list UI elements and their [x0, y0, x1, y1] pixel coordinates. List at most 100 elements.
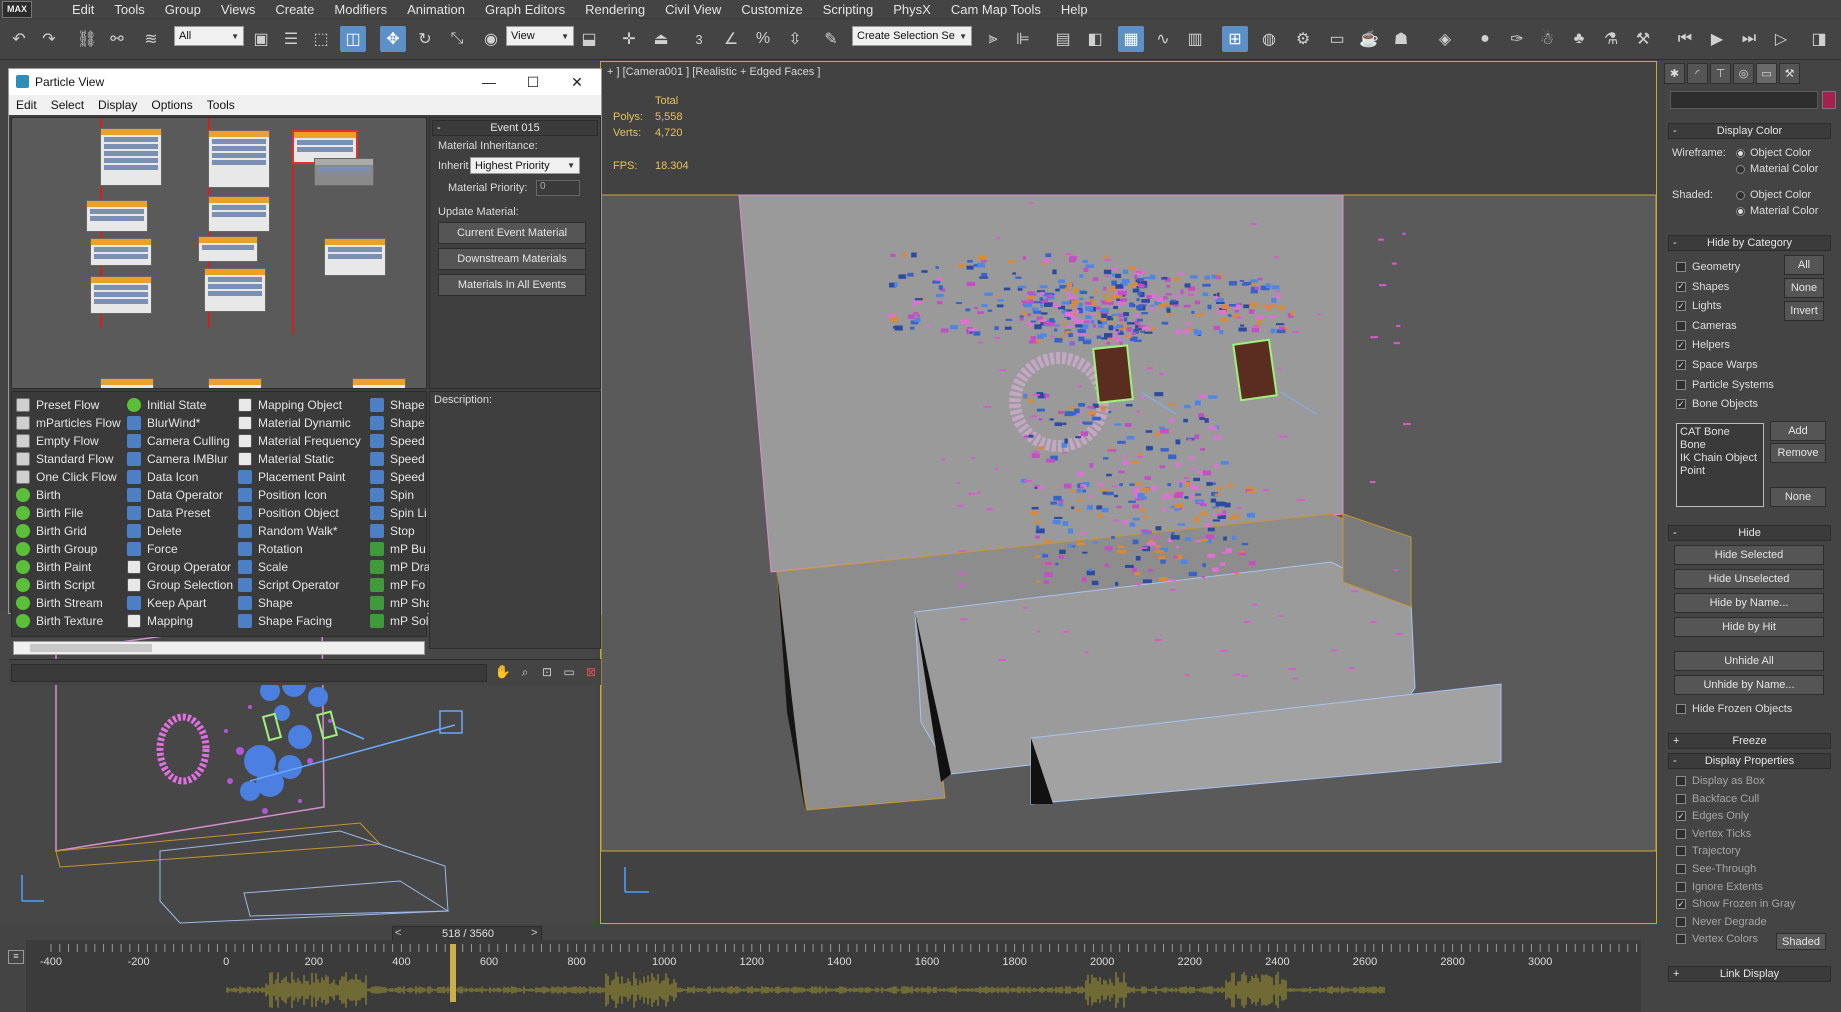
- prop-see-through-checkbox[interactable]: See-Through: [1676, 863, 1756, 875]
- display-properties-rollout[interactable]: - Display Properties: [1668, 753, 1831, 769]
- menu-views[interactable]: Views: [211, 2, 265, 17]
- cloth-icon[interactable]: ♣: [1566, 26, 1592, 52]
- depot-item[interactable]: Shape: [370, 414, 432, 432]
- depot-item[interactable]: Mapping Object: [238, 396, 361, 414]
- graph-node[interactable]: [208, 196, 270, 232]
- depot-item[interactable]: Force: [127, 540, 233, 558]
- category-invert-button[interactable]: Invert: [1784, 301, 1824, 321]
- particle-view-titlebar[interactable]: Particle View — ☐ ✕: [9, 69, 601, 95]
- wireframe-material-color-radio[interactable]: Material Color: [1736, 163, 1818, 175]
- hide-by-category-rollout[interactable]: - Hide by Category: [1668, 235, 1831, 251]
- menu-modifiers[interactable]: Modifiers: [324, 2, 397, 17]
- depot-item[interactable]: Group Operator: [127, 558, 233, 576]
- prop-display-as-box-checkbox[interactable]: Display as Box: [1676, 775, 1765, 787]
- pv-menu-edit[interactable]: Edit: [9, 98, 44, 112]
- preview-icon[interactable]: ▷: [1768, 26, 1794, 52]
- app-logo[interactable]: MAX: [2, 0, 32, 18]
- menu-civil-view[interactable]: Civil View: [655, 2, 731, 17]
- list-item[interactable]: Point: [1680, 465, 1760, 478]
- depot-item[interactable]: Birth File: [16, 504, 121, 522]
- object-name-field[interactable]: [1670, 91, 1818, 109]
- spinner-snap-icon[interactable]: ⇳: [782, 26, 808, 52]
- graph-node[interactable]: [86, 200, 148, 232]
- current-event-material-button[interactable]: Current Event Material: [438, 222, 586, 244]
- prop-backface-cull-checkbox[interactable]: Backface Cull: [1676, 793, 1759, 805]
- depot-item[interactable]: Birth Paint: [16, 558, 121, 576]
- zoom-region-icon[interactable]: ⊡: [537, 660, 557, 684]
- track-bar[interactable]: ≡ -400 -200 0 200 400 600 800 1000 1200 1400 1600 1…: [8, 940, 1641, 1012]
- placement-icon[interactable]: ◉: [478, 26, 504, 52]
- hide-frozen-objects-checkbox[interactable]: Hide Frozen Objects: [1676, 703, 1792, 715]
- checkbox-box[interactable]: ✓: [1676, 281, 1686, 292]
- camera-viewport[interactable]: + ] [Camera001 ] [Realistic + Edged Face…: [600, 61, 1657, 924]
- category-particle-systems-checkbox[interactable]: Particle Systems: [1676, 379, 1774, 391]
- no-zoom-icon[interactable]: ⊠: [581, 660, 601, 684]
- wireframe-object-color-radio[interactable]: Object Color: [1736, 147, 1811, 159]
- checkbox-box[interactable]: [1676, 776, 1686, 786]
- depot-item[interactable]: Camera Culling: [127, 432, 233, 450]
- checkbox-box[interactable]: [1676, 262, 1686, 272]
- depot-item[interactable]: Birth Script: [16, 576, 121, 594]
- depot-item[interactable]: Camera IMBlur: [127, 450, 233, 468]
- list-none-button[interactable]: None: [1770, 487, 1826, 507]
- depot-item[interactable]: Speed: [370, 468, 432, 486]
- graph-node[interactable]: [100, 378, 154, 388]
- curve-editor-icon[interactable]: ∿: [1150, 26, 1176, 52]
- move-icon[interactable]: ✥: [380, 26, 406, 52]
- unhide-by-name-button[interactable]: Unhide by Name...: [1674, 675, 1824, 695]
- depot-item[interactable]: Material Static: [238, 450, 361, 468]
- hide-selected-button[interactable]: Hide Selected: [1674, 545, 1824, 565]
- utilities-tab-icon[interactable]: ⚒: [1779, 63, 1800, 84]
- scale-icon[interactable]: ⤡: [444, 26, 470, 52]
- prop-ignore-extents-checkbox[interactable]: Ignore Extents: [1676, 881, 1763, 893]
- downstream-materials-button[interactable]: Downstream Materials: [438, 248, 586, 270]
- depot-item[interactable]: mP Sol: [370, 612, 432, 630]
- link-display-rollout[interactable]: + Link Display: [1668, 966, 1831, 982]
- depot-item[interactable]: One Click Flow: [16, 468, 121, 486]
- display-tab-icon[interactable]: ▭: [1756, 63, 1777, 84]
- select-object-icon[interactable]: ▣: [248, 26, 274, 52]
- depot-item[interactable]: Empty Flow: [16, 432, 121, 450]
- character-icon[interactable]: ☃: [1534, 26, 1560, 52]
- checkbox-box[interactable]: [1676, 881, 1686, 892]
- graph-node[interactable]: [198, 236, 258, 262]
- current-time-marker[interactable]: [450, 944, 456, 1002]
- depot-item[interactable]: Delete: [127, 522, 233, 540]
- hierarchy-tab-icon[interactable]: ⊤: [1710, 63, 1731, 84]
- shaded-object-color-radio[interactable]: Object Color: [1736, 189, 1811, 201]
- undo-icon[interactable]: ↶: [6, 26, 32, 52]
- scene-explorer-icon[interactable]: ▦: [1118, 26, 1144, 52]
- minimize-icon[interactable]: —: [467, 69, 511, 95]
- maximize-icon[interactable]: ☐: [511, 69, 555, 95]
- civil-view-icon[interactable]: ◈: [1432, 26, 1458, 52]
- pan-hand-icon[interactable]: ✋: [493, 660, 513, 684]
- panel-toggle-icon[interactable]: ◨: [1806, 26, 1832, 52]
- depot-item[interactable]: mP Fo: [370, 576, 432, 594]
- depot-item[interactable]: mP Dra: [370, 558, 432, 576]
- list-item[interactable]: Bone: [1680, 439, 1760, 452]
- prop-show-frozen-in-gray-checkbox[interactable]: ✓ Show Frozen in Gray: [1676, 898, 1795, 910]
- graph-node[interactable]: [100, 128, 162, 186]
- depot-item[interactable]: Placement Paint: [238, 468, 361, 486]
- layer-explorer-icon[interactable]: ◧: [1082, 26, 1108, 52]
- hide-by-hit-button[interactable]: Hide by Hit: [1674, 617, 1824, 637]
- bind-spacewarp-icon[interactable]: ≋: [138, 26, 164, 52]
- hide-rollout[interactable]: - Hide: [1668, 525, 1831, 541]
- menu-customize[interactable]: Customize: [731, 2, 812, 17]
- percent-snap-icon[interactable]: %: [750, 26, 776, 52]
- depot-item[interactable]: Shape Facing: [238, 612, 361, 630]
- list-item[interactable]: IK Chain Object: [1680, 452, 1760, 465]
- checkbox-box[interactable]: [1676, 320, 1686, 331]
- materials-in-all-events-button[interactable]: Materials In All Events: [438, 274, 586, 296]
- depot-item[interactable]: Speed: [370, 432, 432, 450]
- flask-icon[interactable]: ⚗: [1598, 26, 1624, 52]
- graph-node[interactable]: [208, 130, 270, 188]
- material-editor-icon[interactable]: ◍: [1256, 26, 1282, 52]
- rect-region-icon[interactable]: ⬚: [308, 26, 334, 52]
- render-icon[interactable]: ☕: [1356, 26, 1382, 52]
- depot-item[interactable]: Shape: [238, 594, 361, 612]
- prop-vertex-ticks-checkbox[interactable]: Vertex Ticks: [1676, 828, 1751, 840]
- toggle-layer-icon[interactable]: ▤: [1050, 26, 1076, 52]
- menu-edit[interactable]: Edit: [62, 2, 104, 17]
- left-viewport[interactable]: [0, 611, 596, 924]
